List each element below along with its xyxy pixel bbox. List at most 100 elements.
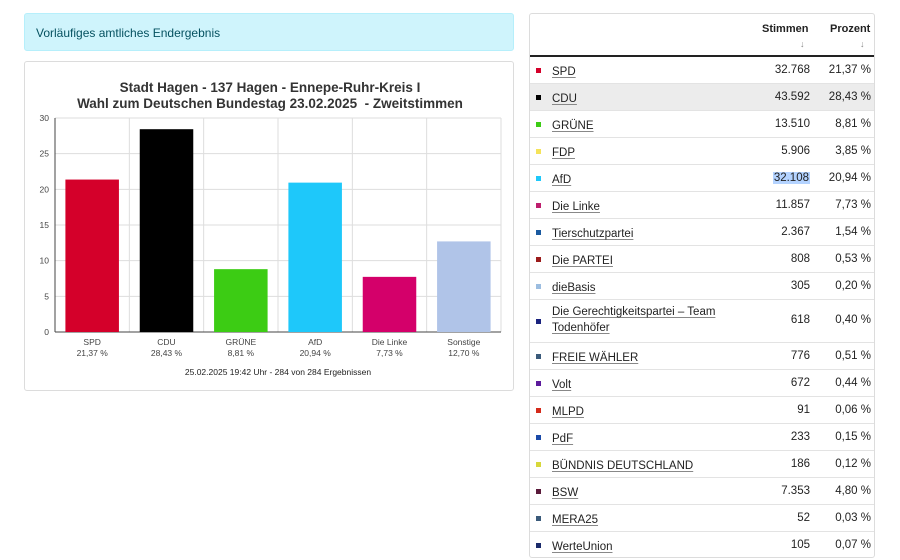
x-tick-percent-label: 28,43 %	[151, 348, 183, 358]
party-percent: 0,03 %	[835, 512, 871, 524]
party-percent: 8,81 %	[835, 118, 871, 130]
table-row: Die Linke 11.857 7,73 %	[530, 192, 874, 219]
party-percent: 0,12 %	[835, 458, 871, 470]
party-name-link[interactable]: Volt	[552, 377, 732, 393]
party-percent: 21,37 %	[828, 64, 871, 76]
x-tick-percent-label: 21,37 %	[77, 348, 109, 358]
party-name-link[interactable]: AfD	[552, 172, 732, 188]
party-color-swatch	[536, 149, 541, 154]
party-color-swatch	[536, 408, 541, 413]
table-row: dieBasis 305 0,20 %	[530, 273, 874, 300]
party-votes: 32.108	[772, 172, 810, 184]
x-tick-label: Die Linke	[372, 337, 408, 347]
party-name-link[interactable]: FREIE WÄHLER	[552, 350, 732, 366]
chart-subtitle: Wahl zum Deutschen Bundestag 23.02.2025 …	[77, 96, 463, 111]
x-tick-label: AfD	[308, 337, 322, 347]
party-votes: 186	[790, 458, 810, 470]
table-row: AfD 32.108 20,94 %	[530, 165, 874, 192]
table-row: FREIE WÄHLER 776 0,51 %	[530, 343, 874, 370]
bar-cdu	[139, 129, 194, 332]
party-name-link[interactable]: BÜNDNIS DEUTSCHLAND	[552, 458, 732, 474]
table-header: Stimmen ↓ Prozent ↓	[530, 14, 874, 57]
party-name-link[interactable]: dieBasis	[552, 280, 732, 296]
party-percent: 0,20 %	[835, 280, 871, 292]
table-row: Volt 672 0,44 %	[530, 370, 874, 397]
party-name-link[interactable]: WerteUnion	[552, 539, 732, 555]
bar-afd	[288, 182, 342, 332]
table-row: Die Gerechtigkeitspartei – Team Todenhöf…	[530, 300, 874, 343]
x-tick-percent-label: 12,70 %	[448, 348, 480, 358]
party-percent: 0,44 %	[835, 377, 871, 389]
party-name-link[interactable]: BSW	[552, 485, 732, 501]
party-color-swatch	[536, 230, 541, 235]
party-color-swatch	[536, 516, 541, 521]
table-body: SPD 32.768 21,37 % CDU 43.592 28,43 % GRÜNE 13.…	[530, 57, 874, 557]
party-color-swatch	[536, 489, 541, 494]
party-votes: 43.592	[774, 91, 810, 103]
result-status-text: Vorläufiges amtliches Endergebnis	[36, 26, 221, 40]
x-tick-label: SPD	[83, 337, 100, 347]
table-row: MLPD 91 0,06 %	[530, 397, 874, 424]
x-tick-percent-label: 8,81 %	[228, 348, 255, 358]
x-tick-label: CDU	[157, 337, 175, 347]
party-name-link[interactable]: Die PARTEI	[552, 253, 732, 269]
bar-spd	[65, 179, 119, 332]
party-color-swatch	[536, 203, 541, 208]
party-votes: 91	[797, 404, 810, 416]
party-name-link[interactable]: Die Linke	[552, 199, 732, 215]
column-header-votes[interactable]: Stimmen	[762, 23, 808, 35]
party-votes: 32.768	[774, 64, 810, 76]
party-votes: 305	[790, 280, 810, 292]
results-chart-card: Stadt Hagen - 137 Hagen - Ennepe-Ruhr-Kr…	[24, 61, 514, 391]
party-name-link[interactable]: MERA25	[552, 512, 732, 528]
party-percent: 0,15 %	[835, 431, 871, 443]
party-percent: 1,54 %	[835, 226, 871, 238]
party-percent: 28,43 %	[828, 91, 871, 103]
column-header-percent[interactable]: Prozent	[830, 23, 870, 35]
x-tick-label: GRÜNE	[225, 337, 256, 347]
party-percent: 0,40 %	[835, 314, 871, 326]
sort-arrow-icon[interactable]: ↓	[800, 39, 805, 49]
x-tick-percent-label: 20,94 %	[300, 348, 332, 358]
party-votes: 13.510	[774, 118, 810, 130]
bar-gr-ne	[214, 269, 268, 332]
party-name-link[interactable]: SPD	[552, 64, 732, 80]
party-votes: 672	[790, 377, 810, 389]
y-tick-label: 0	[44, 327, 49, 337]
table-row: MERA25 52 0,03 %	[530, 505, 874, 532]
party-votes: 233	[790, 431, 810, 443]
table-row: FDP 5.906 3,85 %	[530, 138, 874, 165]
table-row: BSW 7.353 4,80 %	[530, 478, 874, 505]
table-row: CDU 43.592 28,43 %	[530, 84, 874, 111]
party-votes: 7.353	[781, 485, 810, 497]
party-name-link[interactable]: GRÜNE	[552, 118, 732, 134]
party-color-swatch	[536, 435, 541, 440]
party-color-swatch	[536, 354, 541, 359]
party-name-link[interactable]: Die Gerechtigkeitspartei – Team Todenhöf…	[552, 304, 732, 336]
sort-arrow-icon[interactable]: ↓	[860, 39, 865, 49]
party-name-link[interactable]: Tierschutzpartei	[552, 226, 732, 242]
party-name-link[interactable]: CDU	[552, 91, 732, 107]
party-percent: 0,07 %	[835, 539, 871, 551]
party-votes: 618	[790, 314, 810, 326]
party-name-link[interactable]: FDP	[552, 145, 732, 161]
party-name-link[interactable]: PdF	[552, 431, 732, 447]
y-tick-label: 5	[44, 291, 49, 301]
party-votes: 105	[790, 539, 810, 551]
party-percent: 0,51 %	[835, 350, 871, 362]
y-tick-label: 30	[40, 113, 50, 123]
result-status-alert: Vorläufiges amtliches Endergebnis	[24, 13, 514, 51]
party-color-swatch	[536, 381, 541, 386]
party-color-swatch	[536, 176, 541, 181]
party-votes: 52	[797, 512, 810, 524]
party-name-link[interactable]: MLPD	[552, 404, 732, 420]
party-percent: 4,80 %	[835, 485, 871, 497]
chart-footer-timestamp: 25.02.2025 19:42 Uhr - 284 von 284 Ergeb…	[185, 367, 371, 377]
y-tick-label: 15	[40, 220, 50, 230]
bar-die-linke	[362, 276, 417, 332]
y-tick-label: 25	[40, 149, 50, 159]
party-color-swatch	[536, 543, 541, 548]
y-tick-label: 10	[40, 256, 50, 266]
party-votes: 776	[790, 350, 810, 362]
party-color-swatch	[536, 95, 541, 100]
